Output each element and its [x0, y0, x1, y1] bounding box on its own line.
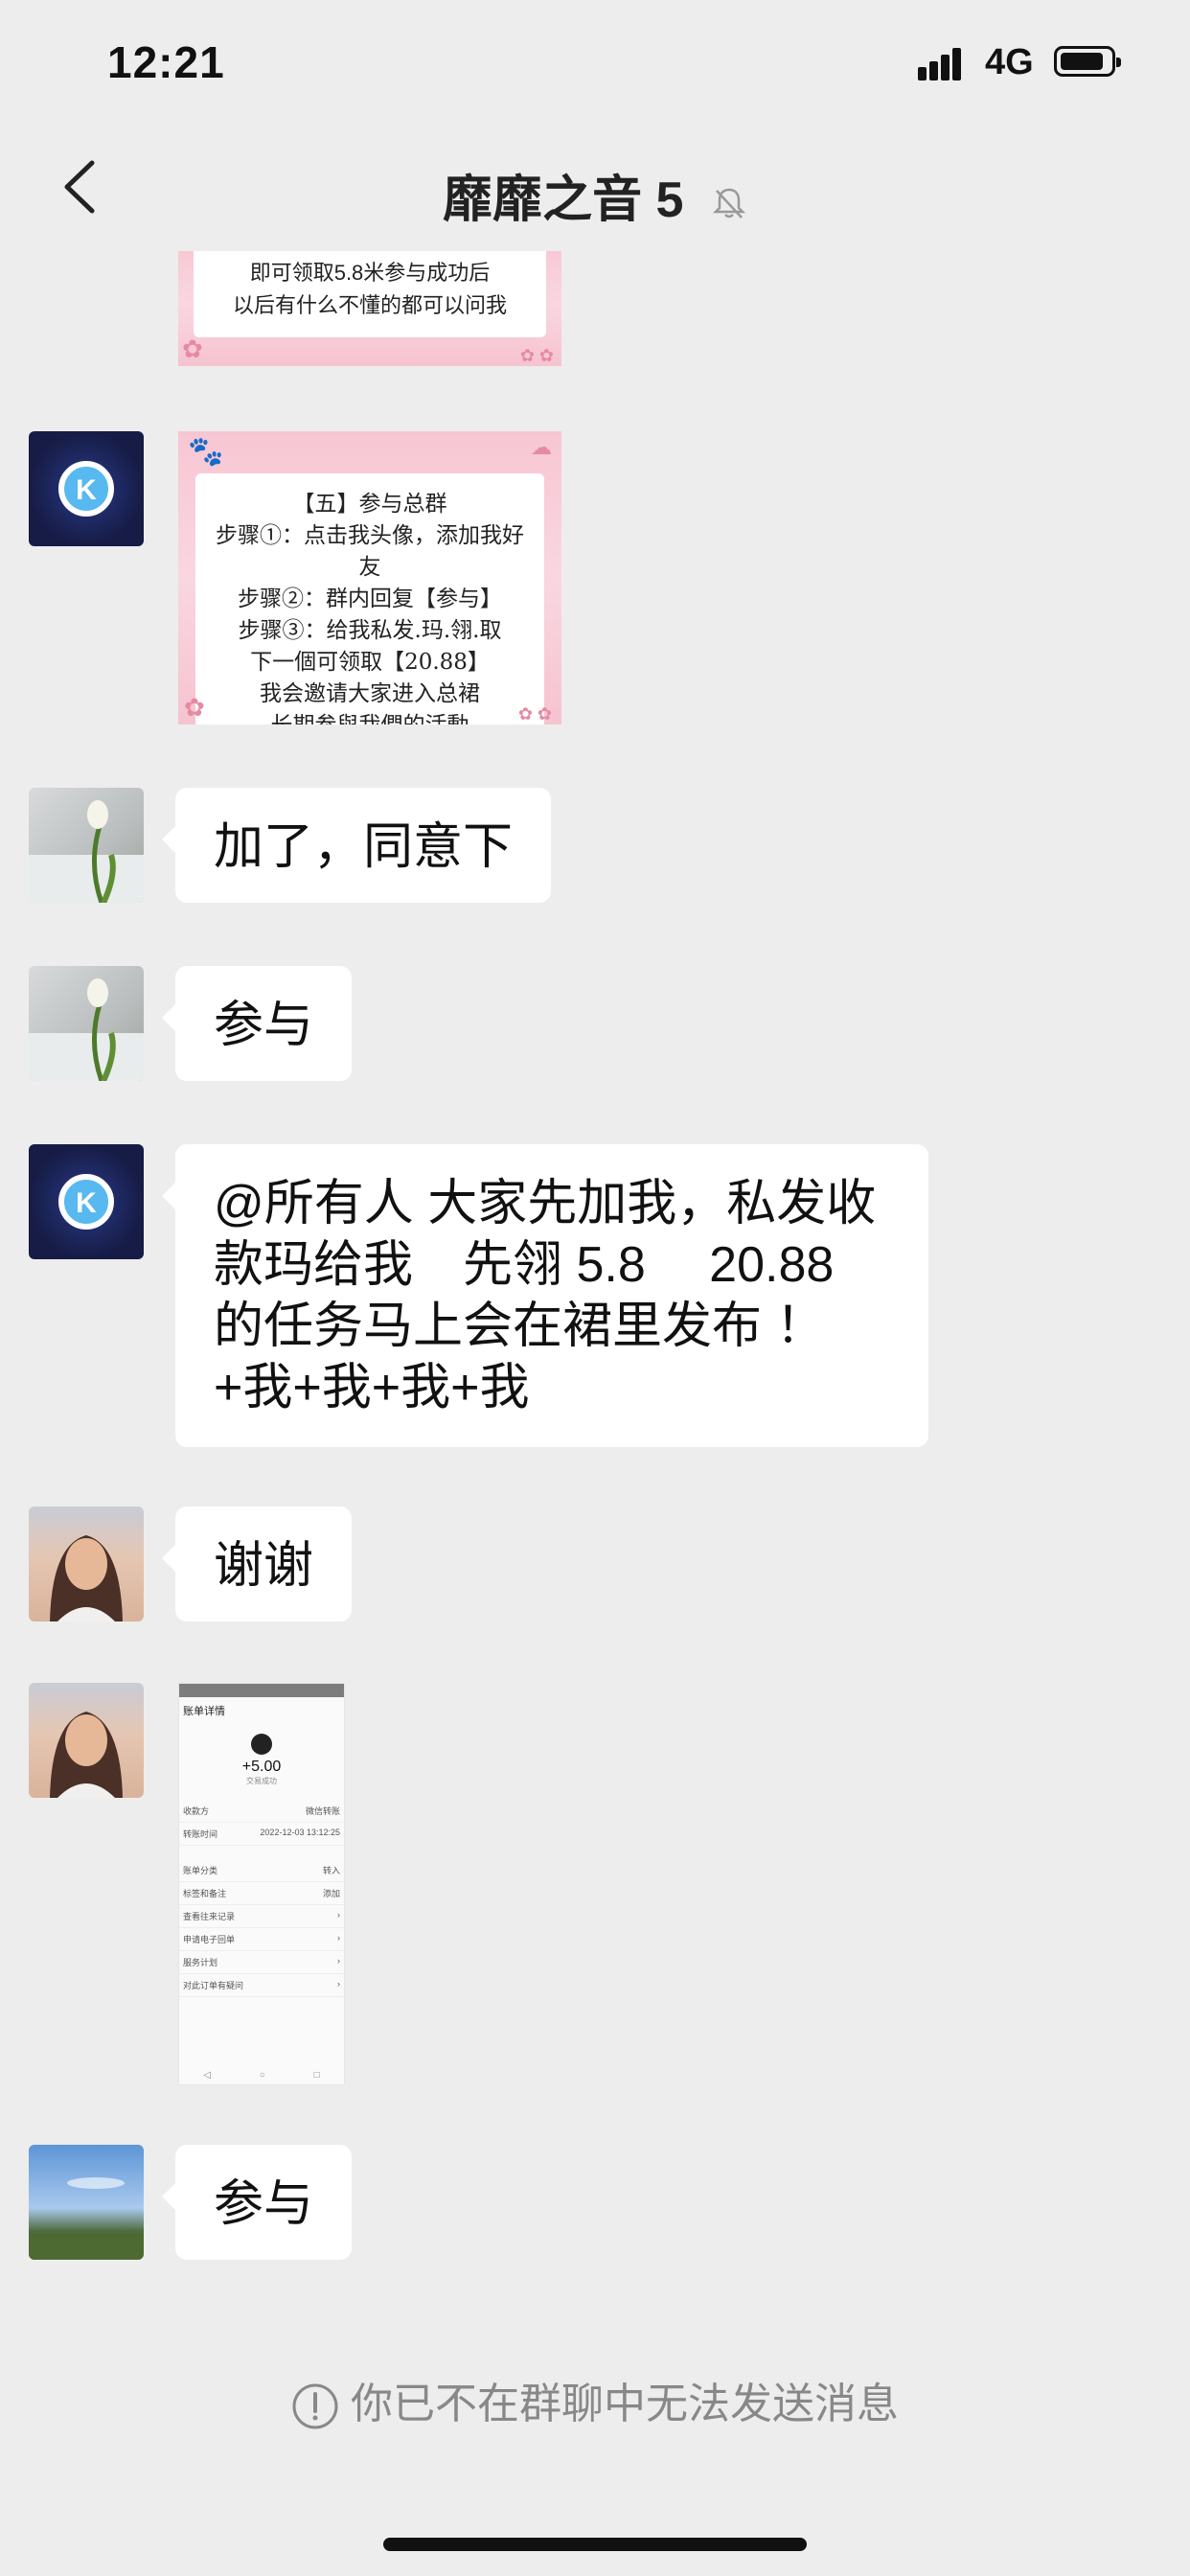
receipt-row: 申请电子回单 › [179, 1928, 344, 1951]
flower-icon: ✿ ✿ [519, 346, 554, 365]
battery-icon [1054, 46, 1121, 77]
avatar[interactable] [29, 1683, 144, 1798]
flower-icon: ✿ [184, 693, 205, 722]
message-list[interactable]: 即可领取5.8米参与成功后 以后有什么不懂的都可以问我 ✿ ✿ ✿ K 🐾 ☁ … [0, 251, 1190, 2302]
signal-strength-icon [918, 44, 972, 80]
svg-text:K: K [76, 1187, 97, 1219]
receipt-row: 对此订单有疑问 › [179, 1974, 344, 1997]
tulip-photo-icon [29, 978, 144, 1081]
network-type: 4G [985, 42, 1034, 82]
avatar[interactable] [29, 2145, 144, 2260]
text-message[interactable]: 谢谢 [162, 1506, 352, 1622]
flower-icon: ✿ ✿ [517, 704, 552, 724]
text-message[interactable]: 加了，同意下 [162, 788, 551, 903]
receipt-row: 查看往来记录 › [179, 1905, 344, 1928]
tulip-photo-icon [29, 800, 144, 903]
cloud-icon: ☁ [531, 435, 552, 459]
landscape-photo-icon [29, 2177, 144, 2260]
mute-bell-icon [712, 189, 745, 219]
payer-avatar [251, 1734, 272, 1755]
message-text: @所有人 大家先加我，私发收款玛给我 先翎 5.8 20.88的任务马上会在裙里… [214, 1176, 877, 1415]
notice-text: 你已不在群聊中无法发送消息 [351, 2380, 899, 2427]
message-text: 谢谢 [214, 1538, 314, 1594]
card-line: 我会邀请大家进入总裙 [260, 681, 480, 706]
home-indicator[interactable] [383, 2538, 807, 2551]
card-line: 即可领取5.8米参与成功后 [249, 261, 491, 285]
portrait-photo-icon [50, 1712, 123, 1798]
card-line: 【五】参与总群 [292, 492, 447, 517]
avatar[interactable]: K [29, 1144, 144, 1259]
text-message[interactable]: 参与 [162, 966, 352, 1081]
image-card: 即可领取5.8米参与成功后 以后有什么不懂的都可以问我 ✿ ✿ ✿ [178, 251, 561, 366]
receipt-row: 服务计划 › [179, 1951, 344, 1974]
status-bar: 12:21 4G [0, 0, 1190, 126]
portrait-photo-icon [50, 1535, 123, 1622]
receipt-amount: +5.00 [241, 1759, 282, 1775]
status-time: 12:21 [107, 37, 225, 87]
receipt-title: 账单详情 [183, 1706, 225, 1717]
text-message[interactable]: 参与 [162, 2145, 352, 2260]
receipt-row: 转账时间 2022-12-03 13:12:25 [179, 1823, 344, 1846]
chat-header: 靡靡之音 5 [0, 126, 1190, 251]
message-text: 参与 [214, 998, 314, 1053]
receipt-row: 标签和备注 添加 [179, 1882, 344, 1905]
receipt-row: 账单分类 转入 [179, 1859, 344, 1882]
avatar[interactable] [29, 1506, 144, 1622]
card-line: 步骤③：给我私发.玛.翎.取 [238, 618, 502, 643]
image-card: 🐾 ☁ 【五】参与总群 步骤①：点击我头像，添加我好友 步骤②：群内回复【参与】… [178, 431, 561, 724]
receipt-row: 收款方 微信转账 [179, 1800, 344, 1823]
card-line: 下一個可领取【20.88】 [250, 650, 490, 675]
kugou-logo-icon: K [58, 1174, 114, 1230]
chat-title: 靡靡之音 5 [443, 172, 684, 228]
avatar[interactable] [29, 788, 144, 903]
kugou-logo-icon: K [58, 461, 114, 517]
text-message[interactable]: @所有人 大家先加我，私发收款玛给我 先翎 5.8 20.88的任务马上会在裙里… [162, 1144, 928, 1447]
payment-receipt-screenshot: 账单详情 +5.00 交易成功 收款方 微信转账 转账时间 2022-12-03 1… [178, 1683, 345, 2085]
card-line: 长期参與我們的活動 [205, 710, 535, 724]
card-line: 以后有什么不懂的都可以问我 [232, 293, 507, 317]
receipt-status-bar [179, 1684, 344, 1697]
exclamation-circle-icon [292, 2383, 338, 2429]
image-message[interactable]: 即可领取5.8米参与成功后 以后有什么不懂的都可以问我 ✿ ✿ ✿ [178, 251, 561, 370]
message-text: 参与 [214, 2176, 314, 2232]
chat-title-wrap[interactable]: 靡靡之音 5 [0, 159, 1190, 231]
card-line: 步骤②：群内回复【参与】 [238, 586, 502, 611]
paw-icon: 🐾 [188, 436, 224, 468]
avatar[interactable] [29, 966, 144, 1081]
card-line: 步骤①：点击我头像，添加我好友 [216, 523, 524, 580]
receipt-status: 交易成功 [246, 1777, 277, 1785]
image-message[interactable]: 账单详情 +5.00 交易成功 收款方 微信转账 转账时间 2022-12-03 1… [178, 1683, 345, 2085]
avatar[interactable]: K [29, 431, 144, 546]
image-message[interactable]: 🐾 ☁ 【五】参与总群 步骤①：点击我头像，添加我好友 步骤②：群内回复【参与】… [178, 431, 561, 724]
cannot-send-notice: 你已不在群聊中无法发送消息 [0, 2369, 1190, 2430]
flower-icon: ✿ [182, 334, 203, 363]
receipt-nav-bar: ◁ ○ □ [203, 2070, 320, 2081]
svg-text:K: K [76, 474, 97, 506]
message-text: 加了，同意下 [214, 819, 514, 875]
